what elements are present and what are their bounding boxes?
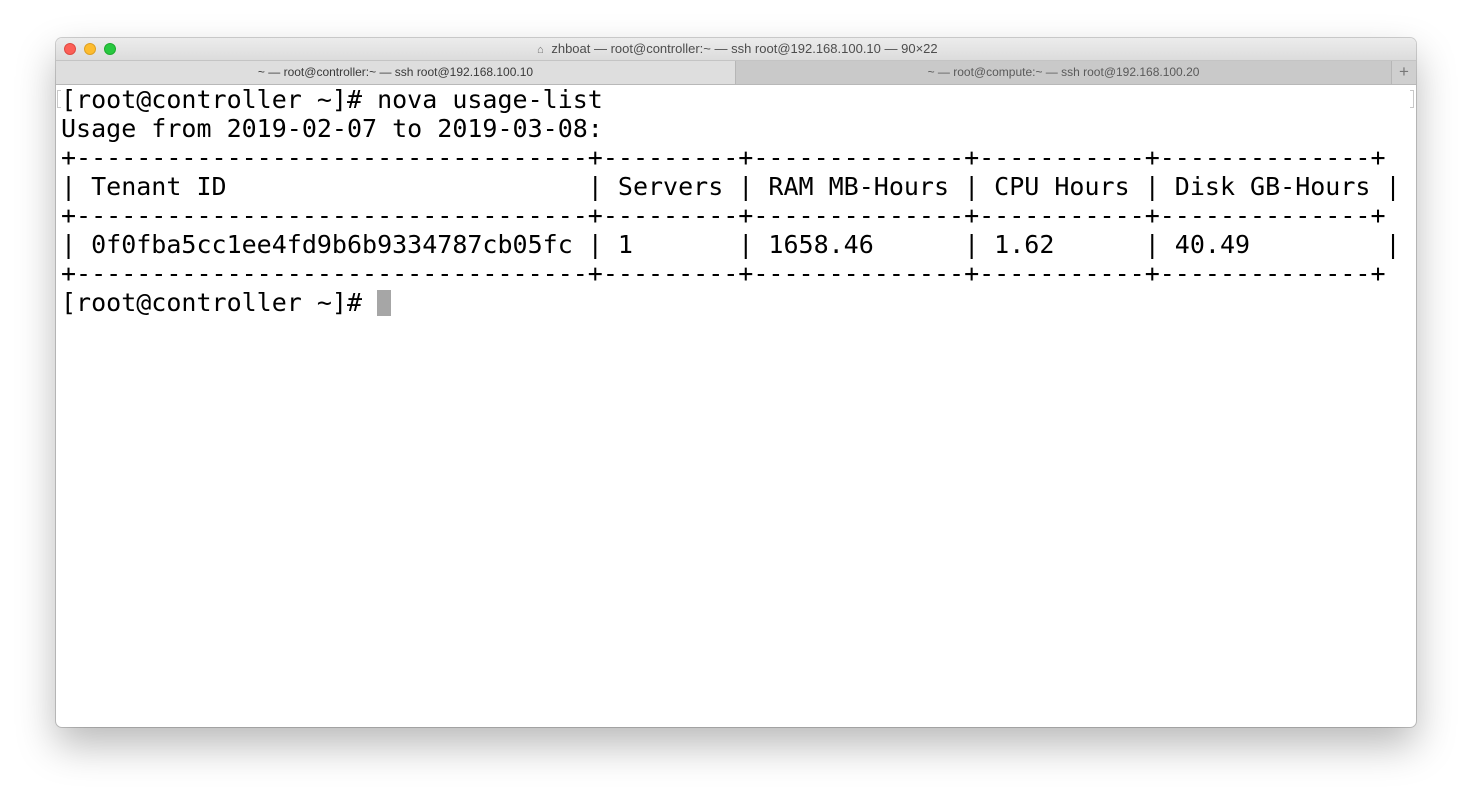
prompt-line[interactable]: [root@controller ~]# [61,288,1411,317]
window-title-container: ⌂ zhboat — root@controller:~ — ssh root@1… [56,41,1416,56]
new-tab-button[interactable]: + [1392,61,1416,84]
cursor [377,290,392,316]
table-border: +----------------------------------+----… [61,201,1386,230]
window-title: zhboat — root@controller:~ — ssh root@19… [551,41,938,56]
table-border: +----------------------------------+----… [61,259,1386,288]
title-bar[interactable]: ⌂ zhboat — root@controller:~ — ssh root@1… [56,38,1416,61]
table-header-row: | Tenant ID | Servers | RAM MB-Hours | C… [61,172,1401,201]
terminal-line: [root@controller ~]# nova usage-list [61,85,603,114]
tab-controller[interactable]: ~ — root@controller:~ — ssh root@192.168… [56,61,736,84]
tab-compute[interactable]: ~ — root@compute:~ — ssh root@192.168.10… [736,61,1392,84]
table-row: | 0f0fba5cc1ee4fd9b6b9334787cb05fc | 1 |… [61,230,1401,259]
prompt: [root@controller ~]# [61,288,378,317]
terminal-line: Usage from 2019-02-07 to 2019-03-08: [61,114,603,143]
table-border: +----------------------------------+----… [61,143,1386,172]
terminal-window: ⌂ zhboat — root@controller:~ — ssh root@1… [56,38,1416,727]
home-icon: ⌂ [537,44,544,56]
tab-bar: ~ — root@controller:~ — ssh root@192.168… [56,61,1416,85]
terminal-output[interactable]: [root@controller ~]# nova usage-list Usa… [61,85,1411,721]
